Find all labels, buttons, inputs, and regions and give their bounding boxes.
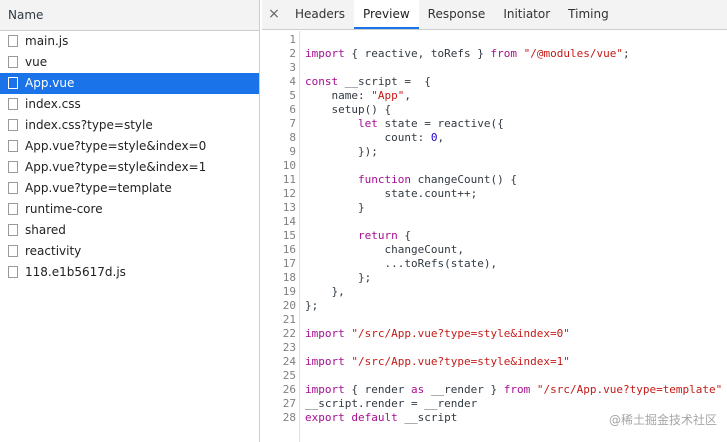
document-icon bbox=[8, 203, 18, 215]
code-line: function changeCount() { bbox=[357, 173, 517, 186]
document-icon bbox=[8, 56, 18, 68]
file-name: runtime-core bbox=[25, 202, 103, 216]
code-line: ...toRefs(state), bbox=[305, 257, 498, 270]
file-item[interactable]: index.css bbox=[0, 94, 259, 115]
line-number: 25 bbox=[282, 369, 296, 382]
close-icon[interactable]: × bbox=[262, 0, 286, 29]
file-name: shared bbox=[25, 223, 66, 237]
network-request-list: Name main.js vue App.vue index.css index.css… bbox=[0, 0, 260, 442]
document-icon bbox=[8, 245, 18, 257]
code-line: }; bbox=[305, 299, 319, 312]
code-line: export default __script bbox=[305, 411, 458, 424]
file-name: App.vue?type=template bbox=[25, 181, 172, 195]
file-name: main.js bbox=[25, 34, 69, 48]
file-name: index.css bbox=[25, 97, 81, 111]
code-line: count: 0, bbox=[384, 131, 445, 144]
file-item[interactable]: runtime-core bbox=[0, 199, 259, 220]
document-icon bbox=[8, 35, 18, 47]
document-icon bbox=[8, 224, 18, 236]
document-icon bbox=[8, 140, 18, 152]
document-icon bbox=[8, 182, 18, 194]
line-number: 28 bbox=[282, 411, 296, 424]
preview-code-view: 1 2 import { reactive, toRefs } from "/@mo… bbox=[262, 31, 727, 442]
code-line: }); bbox=[305, 145, 378, 158]
document-icon bbox=[8, 161, 18, 173]
request-details-panel: × Headers Preview Response Initiator Timing … bbox=[262, 0, 727, 442]
tab-initiator[interactable]: Initiator bbox=[494, 0, 559, 29]
line-number: 17 bbox=[282, 257, 296, 270]
code-line: import { render as __render } from "/src… bbox=[305, 383, 723, 396]
file-item[interactable]: vue bbox=[0, 52, 259, 73]
document-icon bbox=[8, 98, 18, 110]
tab-response[interactable]: Response bbox=[419, 0, 495, 29]
code-line: import "/src/App.vue?type=style&index=0" bbox=[305, 327, 570, 340]
file-item[interactable]: main.js bbox=[0, 31, 259, 52]
line-number: 24 bbox=[282, 355, 296, 368]
details-tabbar: × Headers Preview Response Initiator Timing bbox=[262, 0, 727, 30]
file-item[interactable]: App.vue?type=style&index=1 bbox=[0, 157, 259, 178]
code-line: return { bbox=[357, 229, 411, 242]
file-name: 118.e1b5617d.js bbox=[25, 265, 126, 279]
document-icon bbox=[8, 77, 18, 89]
line-number: 15 bbox=[282, 229, 296, 242]
watermark: @稀土掘金技术社区 bbox=[608, 413, 717, 427]
line-number: 9 bbox=[289, 145, 296, 158]
line-number: 13 bbox=[282, 201, 296, 214]
file-item[interactable]: App.vue?type=template bbox=[0, 178, 259, 199]
line-number: 5 bbox=[289, 89, 296, 102]
file-name: App.vue?type=style&index=1 bbox=[25, 160, 207, 174]
line-number: 23 bbox=[282, 341, 296, 354]
file-name: reactivity bbox=[25, 244, 82, 258]
line-number: 10 bbox=[282, 159, 296, 172]
code-line: import "/src/App.vue?type=style&index=1" bbox=[305, 355, 570, 368]
code-line: const __script = { bbox=[305, 75, 431, 88]
code-line: changeCount, bbox=[384, 243, 464, 256]
file-name: App.vue bbox=[25, 76, 75, 90]
line-number: 16 bbox=[282, 243, 296, 256]
line-number: 19 bbox=[282, 285, 296, 298]
code-line: let state = reactive({ bbox=[357, 117, 504, 130]
file-item[interactable]: reactivity bbox=[0, 241, 259, 262]
name-column-header[interactable]: Name bbox=[0, 0, 259, 31]
code-line: name: "App", bbox=[331, 89, 412, 102]
line-number: 8 bbox=[289, 131, 296, 144]
file-name: App.vue?type=style&index=0 bbox=[25, 139, 207, 153]
line-number: 4 bbox=[289, 75, 296, 88]
line-number: 6 bbox=[289, 103, 296, 116]
file-item[interactable]: App.vue bbox=[0, 73, 259, 94]
line-number: 26 bbox=[282, 383, 296, 396]
file-name: vue bbox=[25, 55, 48, 69]
file-name: index.css?type=style bbox=[25, 118, 153, 132]
line-number: 20 bbox=[282, 299, 296, 312]
line-number: 21 bbox=[282, 313, 296, 326]
code-line: }, bbox=[305, 285, 345, 298]
line-number: 22 bbox=[282, 327, 296, 340]
line-number: 14 bbox=[282, 215, 296, 228]
code-line: import { reactive, toRefs } from "/@modu… bbox=[305, 47, 630, 60]
file-item[interactable]: 118.e1b5617d.js bbox=[0, 262, 259, 283]
tab-preview[interactable]: Preview bbox=[353, 0, 419, 29]
line-number: 3 bbox=[289, 61, 296, 74]
code-line: setup() { bbox=[331, 103, 392, 116]
document-icon bbox=[8, 266, 18, 278]
tab-timing[interactable]: Timing bbox=[559, 0, 618, 29]
file-list: main.js vue App.vue index.css index.css?type… bbox=[0, 31, 259, 283]
line-number: 12 bbox=[282, 187, 296, 200]
code-line: __script.render = __render bbox=[305, 397, 478, 410]
line-number: 2 bbox=[289, 47, 296, 60]
code-line: state.count++; bbox=[384, 187, 478, 200]
file-item[interactable]: shared bbox=[0, 220, 259, 241]
code-line: }; bbox=[305, 271, 372, 284]
document-icon bbox=[8, 119, 18, 131]
code-line: } bbox=[305, 201, 365, 214]
line-number: 1 bbox=[289, 33, 296, 46]
line-number: 18 bbox=[282, 271, 296, 284]
line-number: 27 bbox=[282, 397, 296, 410]
tab-headers[interactable]: Headers bbox=[286, 0, 354, 29]
line-number: 7 bbox=[289, 117, 296, 130]
line-number: 11 bbox=[282, 173, 296, 186]
file-item[interactable]: index.css?type=style bbox=[0, 115, 259, 136]
file-item[interactable]: App.vue?type=style&index=0 bbox=[0, 136, 259, 157]
